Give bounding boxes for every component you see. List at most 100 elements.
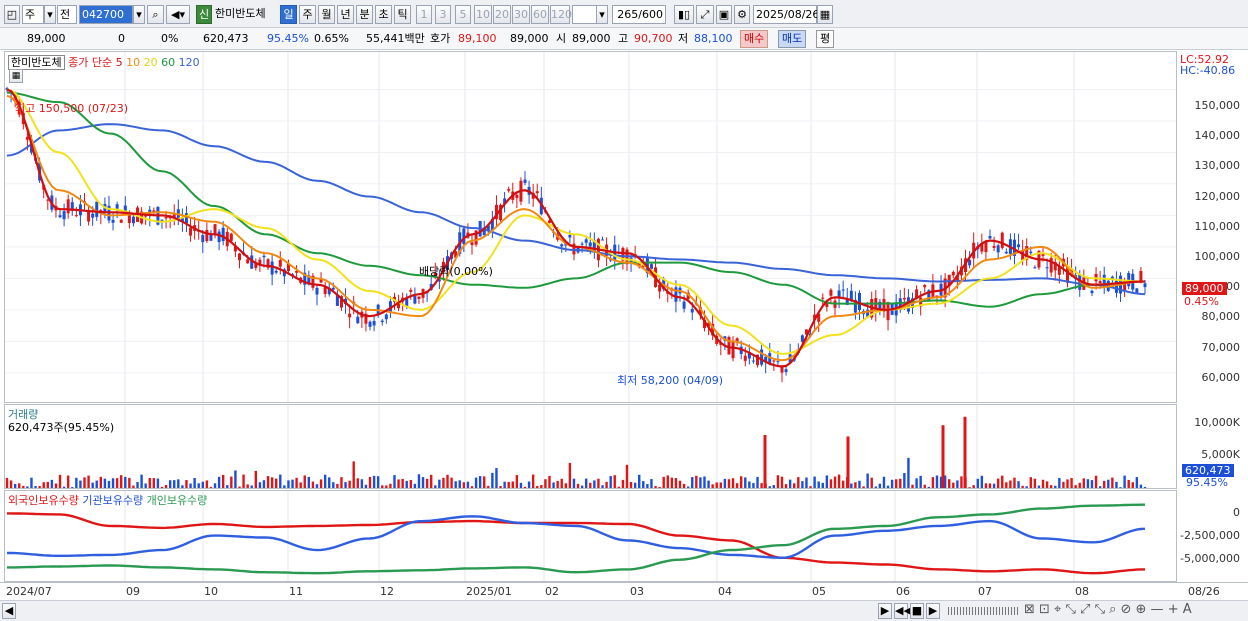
candle [356, 316, 360, 324]
scroll-left-icon[interactable]: ◀ [2, 603, 16, 619]
scroll-slider[interactable] [948, 607, 1018, 615]
chevron-down-icon[interactable]: ▾ [133, 5, 145, 24]
volume-bar [882, 476, 886, 488]
interval-button[interactable]: 5 [455, 5, 471, 24]
volume-bar [425, 478, 429, 488]
volume-bar [666, 475, 669, 488]
volume-bar [531, 474, 535, 488]
period-tab[interactable]: 분 [356, 5, 373, 24]
period-tab[interactable]: 월 [318, 5, 335, 24]
save-icon[interactable]: ▣ [716, 5, 732, 24]
volume-bar [1139, 484, 1143, 488]
candle [1139, 270, 1143, 282]
interval-button[interactable]: 20 [493, 5, 511, 24]
volume-bar [682, 483, 686, 488]
volume-bar [617, 486, 621, 488]
volume-bar [992, 483, 996, 488]
period-tab[interactable]: 틱 [394, 5, 411, 24]
volume-bar [540, 485, 543, 488]
chevron-down-icon[interactable]: ▾ [596, 5, 608, 24]
legend-foreign: 외국인보유수량 [8, 494, 79, 507]
zoom-tools[interactable]: ⊠ ⊡ ⌖ ⤡ ⤢ ⤡ ⌕ ⊘ ⊕ — + A [1024, 602, 1192, 617]
volume-bar [474, 477, 478, 488]
last-price: 89,000 [510, 32, 549, 45]
volume-bar [817, 481, 820, 488]
search-icon[interactable]: ⌕ [147, 5, 164, 24]
candle-icon[interactable]: ▮▯ [674, 5, 694, 24]
eval-button[interactable]: 평 [816, 30, 835, 48]
price-chart-pane[interactable]: 한미반도체 종가 단순 5 10 20 60 120 ▦ 최고 150,500 … [4, 51, 1177, 403]
ma5-line [6, 88, 1146, 368]
legend-ma120: 120 [178, 56, 200, 69]
chart-scrollbar[interactable]: ◀ ▶ ◀◀ ■ ▶ ⊠ ⊡ ⌖ ⤡ ⤢ ⤡ ⌕ ⊘ ⊕ — + A [0, 600, 1248, 621]
chevron-down-icon[interactable]: ▾ [44, 5, 56, 24]
volume-bar [189, 483, 192, 488]
candle [1045, 267, 1049, 269]
quote-bar: 89,000 0 0% 620,473 95.45% 0.65% 55,441백… [0, 28, 1248, 50]
interval-button[interactable]: 10 [474, 5, 492, 24]
candle [984, 241, 988, 253]
candle [270, 261, 274, 275]
buy-button[interactable]: 매수 [740, 30, 769, 48]
stop-icon[interactable]: ■ [910, 603, 924, 619]
period-type-select[interactable]: 주 [22, 5, 44, 24]
period-tab[interactable]: 년 [337, 5, 354, 24]
volume-bar [124, 476, 127, 488]
volume-bar [515, 475, 519, 488]
candle [829, 289, 833, 296]
candle [331, 287, 335, 290]
volume-pane[interactable]: 거래량 620,473주(95.45%) [4, 404, 1177, 489]
candle [988, 236, 992, 239]
scroll-right-icon[interactable]: ▶ [878, 603, 892, 619]
period-tab[interactable]: 일 [280, 5, 297, 24]
candle [470, 242, 474, 246]
candle [992, 245, 996, 248]
volume-bar [968, 487, 971, 488]
candle [951, 271, 955, 276]
candle [119, 219, 123, 223]
grid-icon[interactable]: ▦ [9, 69, 23, 83]
volume-bar [258, 482, 262, 488]
volume-bar [715, 482, 718, 488]
speaker-icon[interactable]: ◀▾ [166, 5, 190, 24]
interval-button[interactable]: 1 [416, 5, 432, 24]
interval-button[interactable]: 3 [435, 5, 451, 24]
volume-bar [1078, 482, 1081, 488]
volume-bar [266, 476, 270, 488]
volume-bar [963, 416, 967, 488]
candle [278, 260, 282, 267]
volume-bar [866, 473, 869, 488]
volume-bar [466, 481, 470, 488]
period-tab[interactable]: 주 [299, 5, 316, 24]
candle [727, 336, 731, 355]
chart-menu-icon[interactable]: ◰ [4, 5, 20, 24]
interval-button[interactable]: 30 [512, 5, 530, 24]
period-tab[interactable]: 초 [375, 5, 392, 24]
draw-tool-icon[interactable]: ⤢ [696, 5, 714, 24]
volume-bar [111, 478, 115, 488]
calendar-icon[interactable]: ▦ [817, 5, 833, 24]
volume-bar [87, 475, 90, 488]
volume-bar [311, 481, 315, 488]
stock-code-input[interactable]: 042700 [79, 5, 133, 24]
volume-bar [242, 474, 245, 488]
holdings-pane[interactable]: 외국인보유수량 기관보유수량 개인보유수량 [4, 490, 1177, 582]
price-tick: 130,000 [1194, 159, 1241, 173]
volume-tick: 5,000K [1201, 448, 1240, 461]
count-field[interactable]: 265/600 [612, 5, 666, 24]
volume-bar [809, 486, 812, 488]
volume-bar [348, 480, 351, 488]
gear-icon[interactable]: ⚙ [734, 5, 750, 24]
candle [523, 179, 527, 184]
rewind-icon[interactable]: ◀◀ [894, 603, 912, 619]
sell-button[interactable]: 매도 [778, 30, 807, 48]
min-annotation: 최저 58,200 (04/09) [617, 374, 724, 387]
price-tick: 120,000 [1194, 189, 1241, 203]
volume-bar [470, 486, 474, 488]
interval-button[interactable]: 120 [550, 5, 572, 24]
volume-bar [797, 477, 800, 488]
prev-button[interactable]: 전 [57, 5, 77, 24]
interval-button[interactable]: 60 [531, 5, 549, 24]
play-icon[interactable]: ▶ [926, 603, 940, 619]
date-field[interactable]: 2025/08/26 [753, 5, 819, 24]
